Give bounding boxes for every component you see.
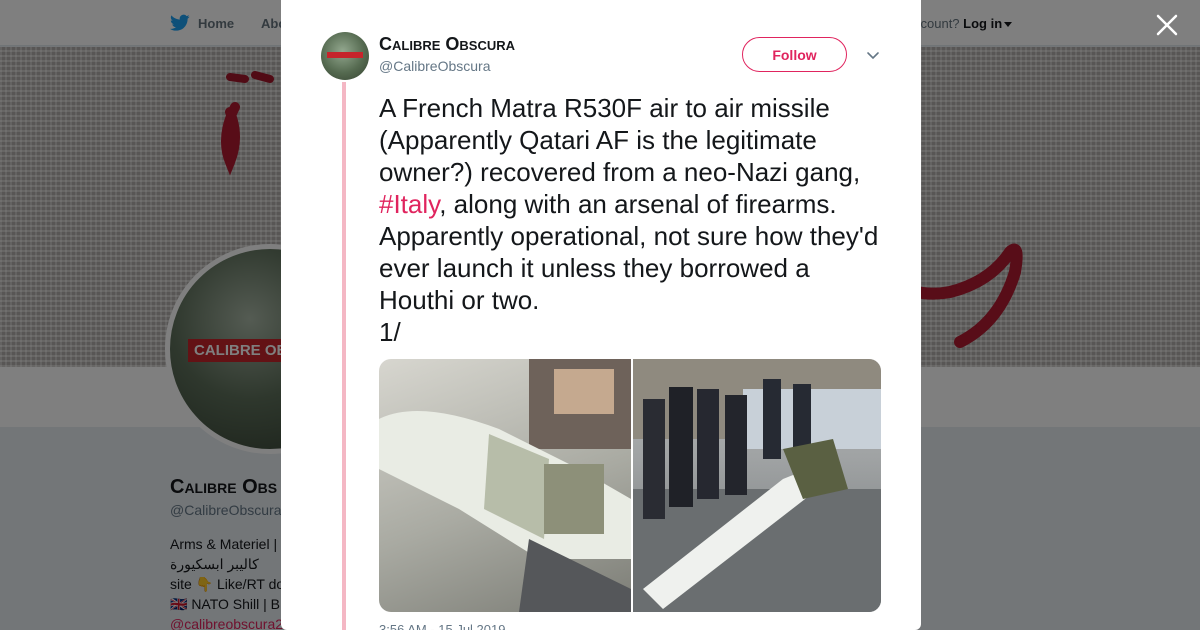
tweet-modal: Calibre Obscura @CalibreObscura Follow A… [281,0,921,630]
tweet-text: A French Matra R530F air to air missile … [379,92,879,348]
missile-closeup-illustration [379,359,631,612]
tweet-text-part: , along with an arsenal of firearms. App… [379,189,879,315]
author-handle[interactable]: @CalibreObscura [379,58,490,74]
thread-marker: 1/ [379,317,401,347]
police-scene-illustration [633,359,881,612]
author-name[interactable]: Calibre Obscura [379,34,515,55]
chevron-down-icon[interactable] [865,47,881,63]
thread-line [342,82,346,630]
tweet-text-part: A French Matra R530F air to air missile … [379,93,861,187]
tweet-media [379,359,881,612]
hashtag-link[interactable]: #Italy [379,189,439,219]
author-avatar[interactable] [321,32,369,80]
tweet-timestamp[interactable]: 3:56 AM - 15 Jul 2019 [379,622,505,630]
media-photo-police-scene[interactable] [633,359,881,612]
avatar-banner-stripe [327,52,363,58]
follow-button[interactable]: Follow [742,37,847,72]
media-photo-missile-closeup[interactable] [379,359,631,612]
close-icon[interactable] [1154,12,1180,38]
